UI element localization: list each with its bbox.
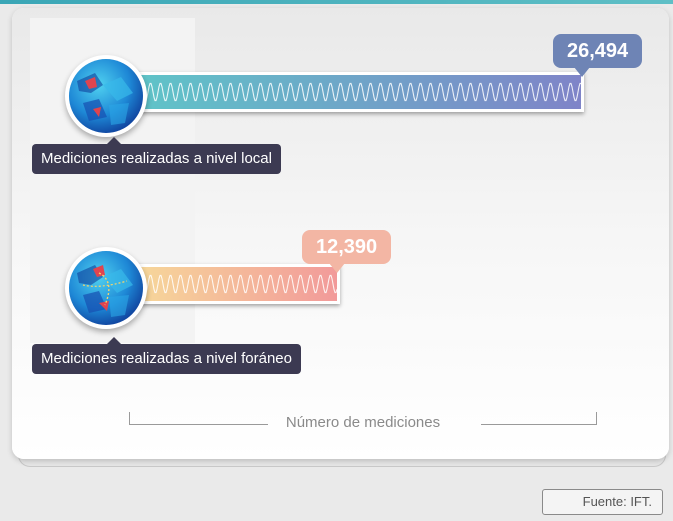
bar-fill bbox=[123, 75, 581, 109]
bar-local-frame bbox=[120, 72, 584, 112]
globe-icon bbox=[65, 247, 147, 329]
value-label-local: 26,494 bbox=[567, 40, 629, 62]
globe-icon bbox=[65, 55, 147, 137]
chart-card: 26,494 Mediciones realizadas a nivel loc… bbox=[12, 8, 669, 459]
source-note: Fuente: IFT. bbox=[542, 489, 663, 515]
value-badge-foraneo: 12,390 bbox=[302, 230, 392, 273]
category-label-local: Mediciones realizadas a nivel local bbox=[32, 137, 281, 174]
bar-fill bbox=[123, 267, 337, 301]
value-label-foraneo: 12,390 bbox=[316, 236, 378, 258]
category-text-foraneo: Mediciones realizadas a nivel foráneo bbox=[41, 350, 292, 367]
x-axis-label: Número de mediciones bbox=[285, 414, 441, 431]
bar-foraneo bbox=[123, 267, 337, 301]
bar-foraneo-frame bbox=[120, 264, 340, 304]
value-badge-local: 26,494 bbox=[553, 34, 643, 77]
top-accent-bar bbox=[0, 0, 673, 4]
category-text-local: Mediciones realizadas a nivel local bbox=[41, 150, 272, 167]
x-axis: Número de mediciones bbox=[129, 406, 597, 431]
category-label-foraneo: Mediciones realizadas a nivel foráneo bbox=[32, 337, 301, 374]
source-text: Fuente: IFT. bbox=[582, 494, 652, 509]
bar-local bbox=[123, 75, 581, 109]
